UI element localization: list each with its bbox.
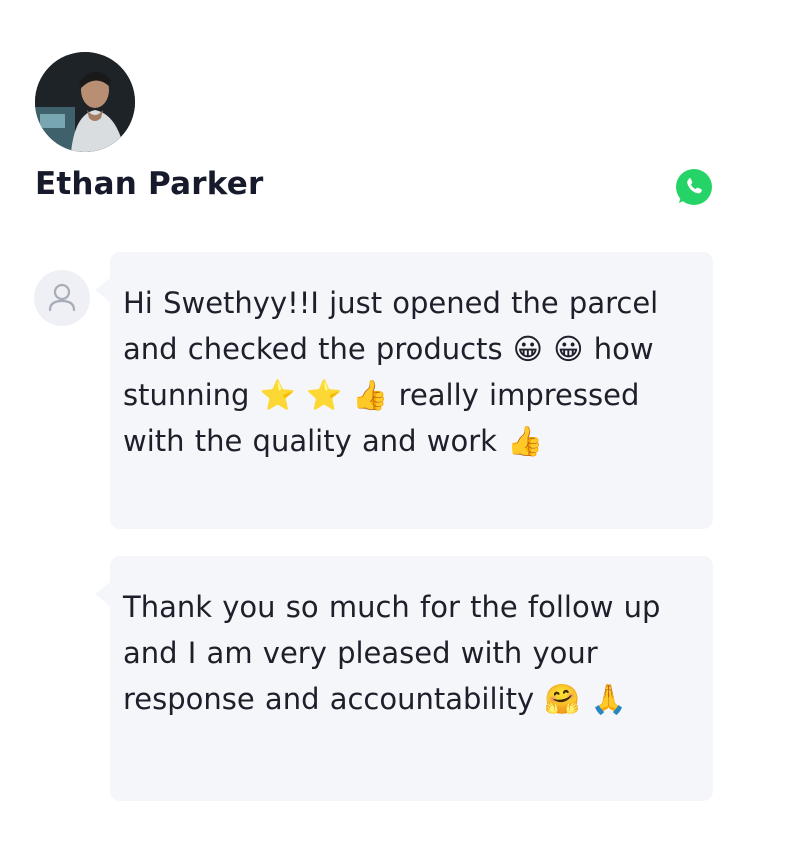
- message-text: Thank you so much for the follow up and …: [123, 590, 661, 716]
- message-bubble: Thank you so much for the follow up and …: [95, 556, 713, 801]
- avatar-photo-icon: [35, 52, 135, 152]
- message-text: Hi Swethyy!!I just opened the parcel and…: [123, 286, 659, 458]
- whatsapp-icon[interactable]: [673, 166, 715, 208]
- contact-name: Ethan Parker: [35, 166, 264, 202]
- avatar[interactable]: [35, 52, 135, 152]
- user-placeholder-icon: [34, 270, 90, 326]
- message-bubble: Hi Swethyy!!I just opened the parcel and…: [95, 252, 713, 529]
- review-card: Ethan Parker Hi Swethyy!!I just opened t…: [0, 0, 810, 852]
